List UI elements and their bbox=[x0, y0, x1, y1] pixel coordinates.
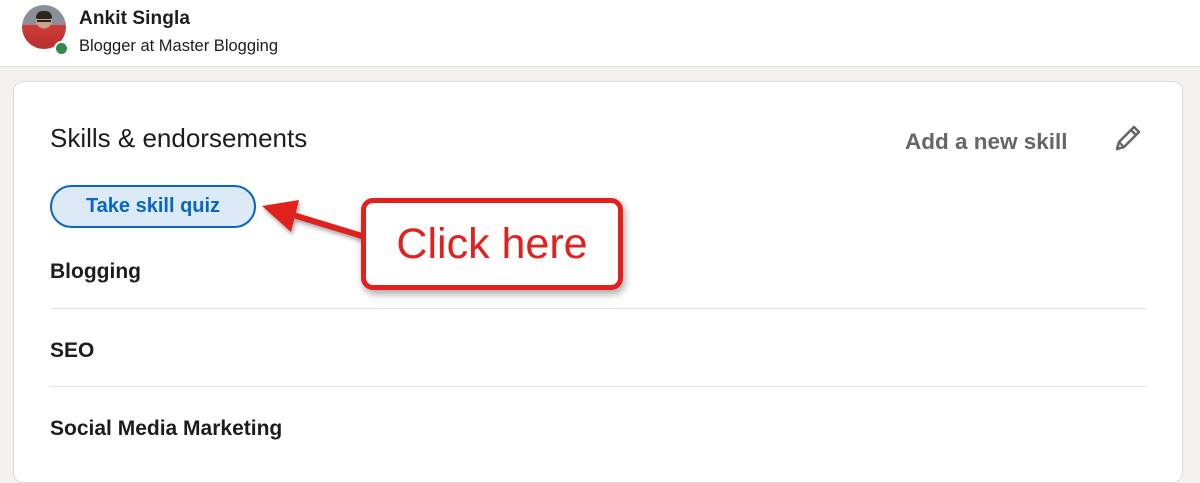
take-skill-quiz-button[interactable]: Take skill quiz bbox=[50, 185, 256, 228]
skill-row[interactable]: Social Media Marketing bbox=[50, 387, 1147, 465]
skill-label: Blogging bbox=[50, 260, 141, 283]
profile-header: Ankit Singla Blogger at Master Blogging bbox=[0, 0, 1200, 67]
online-status-icon bbox=[54, 41, 69, 56]
avatar[interactable] bbox=[22, 5, 69, 56]
pencil-icon[interactable] bbox=[1111, 121, 1145, 155]
skill-row[interactable]: SEO bbox=[50, 309, 1147, 387]
profile-headline: Blogger at Master Blogging bbox=[79, 37, 279, 55]
skill-label: SEO bbox=[50, 339, 95, 362]
profile-name[interactable]: Ankit Singla bbox=[79, 8, 190, 30]
add-skill-button[interactable]: Add a new skill bbox=[905, 129, 1068, 155]
section-title: Skills & endorsements bbox=[50, 123, 308, 153]
skill-label: Social Media Marketing bbox=[50, 417, 283, 440]
click-here-callout: Click here bbox=[361, 198, 623, 290]
